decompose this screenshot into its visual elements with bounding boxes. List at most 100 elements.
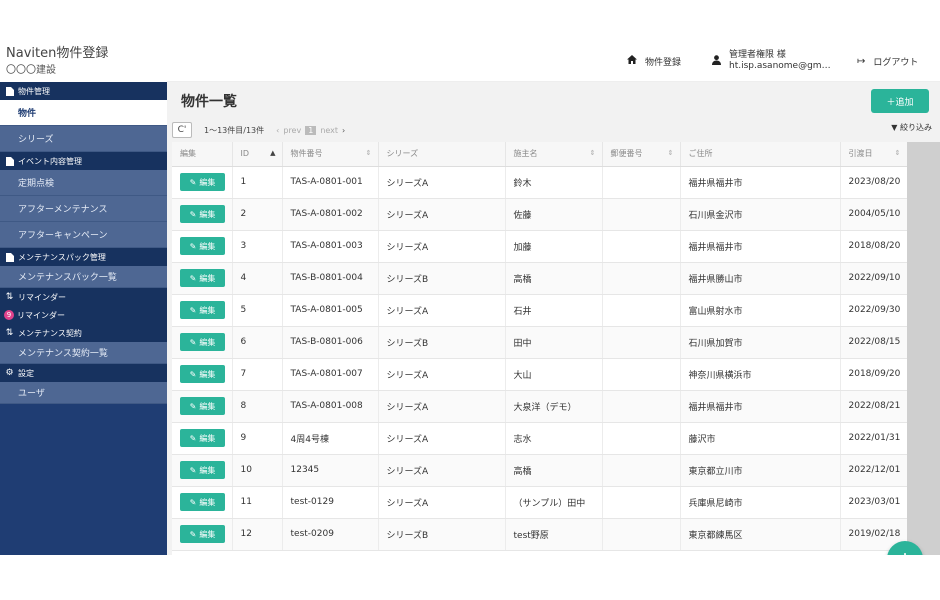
- delivery-date-cell: 2018/08/20: [840, 230, 907, 263]
- sort-asc-icon[interactable]: ▲: [270, 149, 275, 157]
- edit-button[interactable]: ✎ 編集: [180, 237, 225, 255]
- property-no-cell: 4周4号棟: [282, 422, 379, 455]
- sidebar-item-series[interactable]: シリーズ: [0, 126, 167, 152]
- logout-button[interactable]: ↦ ログアウト: [857, 40, 918, 82]
- record-range: 1～13件目/13件: [204, 125, 265, 135]
- edit-button[interactable]: ✎ 編集: [180, 269, 225, 287]
- edit-cell: ✎ 編集: [172, 166, 233, 199]
- address-cell: 石川県加賀市: [680, 326, 841, 359]
- sidebar-item-maint-pack-list[interactable]: メンテナンスパック一覧: [0, 266, 167, 288]
- column-header-series: シリーズ: [378, 142, 506, 167]
- address-cell: 福井県福井市: [680, 390, 841, 423]
- column-header-delivery-date[interactable]: 引渡日 ⇕: [840, 142, 907, 167]
- property-table: 編集 ID ▲ 物件番号 ⇕ シリーズ 施主名 ⇕ 郵便番号 ⇕ ご住所 引渡日 ⇕ ✎ 編…: [172, 142, 907, 555]
- edit-cell: ✎ 編集: [172, 518, 233, 551]
- edit-button[interactable]: ✎ 編集: [180, 333, 225, 351]
- sidebar-item-after-maintenance[interactable]: アフターメンテナンス: [0, 196, 167, 222]
- document-icon: [5, 86, 14, 96]
- pencil-icon: ✎: [189, 241, 197, 251]
- edit-cell: ✎ 編集: [172, 358, 233, 391]
- nav-section-label: メンテナンスパック管理: [18, 252, 106, 262]
- nav-section-property: 物件管理: [0, 82, 167, 100]
- id-cell: 5: [232, 294, 283, 327]
- column-header-id[interactable]: ID ▲: [232, 142, 283, 167]
- company-name: 〇〇〇建設: [6, 65, 56, 76]
- owner-cell: （サンプル）田中: [505, 486, 603, 519]
- next-page-button[interactable]: next: [320, 126, 338, 135]
- column-header-zip[interactable]: 郵便番号 ⇕: [602, 142, 681, 167]
- edit-button[interactable]: ✎ 編集: [180, 365, 225, 383]
- column-header-owner[interactable]: 施主名 ⇕: [505, 142, 603, 167]
- edit-cell: ✎ 編集: [172, 454, 233, 487]
- edit-button[interactable]: ✎ 編集: [180, 301, 225, 319]
- address-cell: 藤沢市: [680, 422, 841, 455]
- nav-section-settings: ⚙ 設定: [0, 364, 167, 382]
- property-register-link[interactable]: 物件登録: [627, 40, 681, 82]
- sidebar-item-after-campaign[interactable]: アフターキャンペーン: [0, 222, 167, 248]
- column-header-edit: 編集: [172, 142, 233, 167]
- filter-button[interactable]: ▼ 絞り込み: [891, 122, 932, 133]
- sidebar-item-reminder[interactable]: 9 リマインダー: [0, 306, 167, 324]
- edit-button[interactable]: ✎ 編集: [180, 493, 225, 511]
- zip-cell: [602, 422, 681, 455]
- current-page[interactable]: 1: [305, 125, 317, 135]
- add-button[interactable]: ＋追加: [871, 89, 929, 113]
- edit-label: 編集: [199, 241, 216, 251]
- address-cell: 福井県福井市: [680, 166, 841, 199]
- prev-page-button[interactable]: prev: [283, 126, 301, 135]
- zip-cell: [602, 230, 681, 263]
- scrollbar[interactable]: [907, 142, 940, 555]
- delivery-date-cell: 2022/09/10: [840, 262, 907, 295]
- pencil-icon: ✎: [189, 497, 197, 507]
- property-no-cell: TAS-A-0801-003: [282, 230, 379, 263]
- edit-cell: ✎ 編集: [172, 230, 233, 263]
- edit-cell: ✎ 編集: [172, 390, 233, 423]
- owner-cell: 佐藤: [505, 198, 603, 231]
- page-title: 物件一覧: [181, 94, 237, 110]
- sort-icon[interactable]: ⇕: [590, 149, 596, 157]
- pencil-icon: ✎: [189, 369, 197, 379]
- edit-button[interactable]: ✎ 編集: [180, 461, 225, 479]
- sidebar-item-label: リマインダー: [17, 310, 65, 320]
- sort-icon[interactable]: ⇕: [668, 149, 674, 157]
- pencil-icon: ✎: [189, 209, 197, 219]
- zip-cell: [602, 358, 681, 391]
- owner-cell: 石井: [505, 294, 603, 327]
- sidebar-item-periodic-inspection[interactable]: 定期点検: [0, 170, 167, 196]
- edit-cell: ✎ 編集: [172, 294, 233, 327]
- edit-button[interactable]: ✎ 編集: [180, 525, 225, 543]
- edit-button[interactable]: ✎ 編集: [180, 397, 225, 415]
- app-title: Naviten物件登録: [6, 46, 109, 61]
- nav-section-maint-pack: メンテナンスパック管理: [0, 248, 167, 266]
- series-cell: シリーズA: [378, 230, 506, 263]
- sort-icon[interactable]: ⇕: [895, 149, 901, 157]
- property-no-cell: TAS-A-0801-005: [282, 294, 379, 327]
- id-cell: 3: [232, 230, 283, 263]
- edit-label: 編集: [199, 273, 216, 283]
- zip-cell: [602, 390, 681, 423]
- pencil-icon: ✎: [189, 433, 197, 443]
- series-cell: シリーズA: [378, 422, 506, 455]
- column-header-property-no[interactable]: 物件番号 ⇕: [282, 142, 379, 167]
- id-cell: 8: [232, 390, 283, 423]
- edit-button[interactable]: ✎ 編集: [180, 429, 225, 447]
- sort-icon[interactable]: ⇕: [366, 149, 372, 157]
- sidebar-item-maint-contract-list[interactable]: メンテナンス契約一覧: [0, 342, 167, 364]
- sidebar-item-user[interactable]: ユーザ: [0, 382, 167, 404]
- user-menu[interactable]: 管理者権限 様 ht.isp.asanome@gm…: [712, 40, 831, 82]
- nav-section-reminder[interactable]: ⇅ リマインダー: [0, 288, 167, 306]
- zip-cell: [602, 518, 681, 551]
- pencil-icon: ✎: [189, 401, 197, 411]
- table-row: ✎ 編集 11 test-0129 シリーズA （サンプル）田中 兵庫県尼崎市 2023/03…: [172, 486, 907, 519]
- table-row: ✎ 編集 12 test-0209 シリーズB test野原 東京都練馬区 2019/02/1…: [172, 518, 907, 551]
- property-register-label: 物件登録: [645, 57, 682, 68]
- table-row: ✎ 編集 7 TAS-A-0801-007 シリーズA 大山 神奈川県横浜市 2018/09/…: [172, 358, 907, 391]
- edit-button[interactable]: ✎ 編集: [180, 205, 225, 223]
- edit-button[interactable]: ✎ 編集: [180, 173, 225, 191]
- refresh-button[interactable]: C': [172, 122, 192, 138]
- prev-arrow-icon[interactable]: ‹: [276, 126, 279, 135]
- next-arrow-icon[interactable]: ›: [342, 126, 345, 135]
- user-name: 管理者権限 様: [729, 50, 786, 60]
- nav-section-label: メンテナンス契約: [18, 328, 82, 338]
- sidebar-item-property[interactable]: 物件: [0, 100, 167, 126]
